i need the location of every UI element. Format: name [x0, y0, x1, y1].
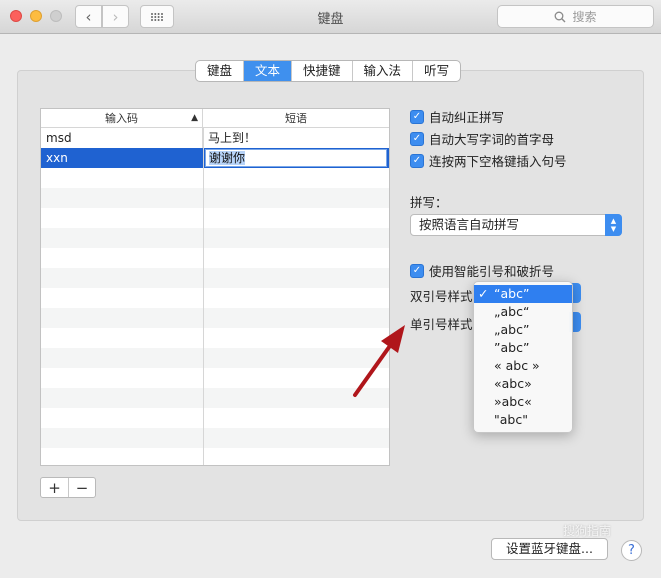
watermark: 搜狗指南: [563, 524, 612, 538]
text-replacement-table[interactable]: 输入码 ▲ 短语 msd 马上到！ xxn 谢谢你: [40, 108, 390, 466]
table-header: 输入码 ▲ 短语: [41, 109, 389, 128]
checkmark-icon: ✓: [478, 286, 489, 301]
tab-shortcuts[interactable]: 快捷键: [291, 61, 352, 81]
menu-item[interactable]: "abc": [474, 411, 572, 429]
phrase-cell: 谢谢你: [203, 148, 389, 168]
phrase-edit-field[interactable]: 谢谢你: [205, 149, 387, 167]
menu-item[interactable]: « abc »: [474, 357, 572, 375]
menu-item[interactable]: „abc”: [474, 321, 572, 339]
autocorrect-option[interactable]: ✓ 自动纠正拼写: [410, 107, 504, 126]
double-quote-style-menu[interactable]: ✓ “abc” „abc“ „abc” ”abc” « abc » «abc» »…: [473, 281, 573, 433]
column-header-input[interactable]: 输入码 ▲: [41, 109, 203, 128]
add-remove-bar: + −: [40, 477, 96, 498]
tab-bar: 键盘 文本 快捷键 输入法 听写: [195, 60, 462, 82]
search-icon: [555, 11, 566, 22]
search-field[interactable]: 搜索: [497, 5, 654, 28]
menu-item[interactable]: »abc«: [474, 393, 572, 411]
menu-item[interactable]: ✓ “abc”: [474, 285, 572, 303]
double-space-period-option[interactable]: ✓ 连按两下空格键插入句号: [410, 151, 567, 170]
tab-keyboard[interactable]: 键盘: [196, 61, 243, 81]
help-button[interactable]: ?: [621, 540, 642, 561]
remove-button[interactable]: −: [68, 478, 95, 497]
setup-bluetooth-keyboard-button[interactable]: 设置蓝牙键盘...: [491, 538, 608, 560]
input-cell: xxn: [41, 148, 203, 168]
smart-quotes-option[interactable]: ✓ 使用智能引号和破折号: [410, 261, 554, 280]
capitalize-option[interactable]: ✓ 自动大写字词的首字母: [410, 129, 554, 148]
spelling-select[interactable]: 按照语言自动拼写 ▲ ▼: [410, 214, 622, 236]
menu-item[interactable]: ”abc”: [474, 339, 572, 357]
tab-input-sources[interactable]: 输入法: [351, 61, 413, 81]
input-cell: msd: [41, 128, 203, 148]
tab-text[interactable]: 文本: [243, 61, 292, 81]
checkmark-icon[interactable]: ✓: [410, 109, 424, 124]
spelling-label: 拼写：: [410, 195, 448, 210]
checkmark-icon[interactable]: ✓: [410, 263, 424, 278]
menu-item[interactable]: «abc»: [474, 375, 572, 393]
table-row[interactable]: msd 马上到！: [41, 128, 389, 148]
checkmark-icon[interactable]: ✓: [410, 131, 424, 146]
tab-dictation[interactable]: 听写: [412, 61, 460, 81]
add-button[interactable]: +: [41, 478, 68, 497]
table-rows: msd 马上到！ xxn 谢谢你: [41, 128, 389, 465]
menu-item[interactable]: „abc“: [474, 303, 572, 321]
single-quote-label: 单引号样式: [410, 317, 473, 332]
column-header-phrase[interactable]: 短语: [203, 109, 389, 128]
search-placeholder: 搜索: [572, 10, 597, 24]
checkmark-icon[interactable]: ✓: [410, 153, 424, 168]
chevron-updown-icon: ▲ ▼: [605, 214, 622, 236]
title-bar: ‹ › 键盘 搜索: [0, 0, 661, 34]
double-quote-label: 双引号样式: [410, 289, 473, 304]
table-row-selected[interactable]: xxn 谢谢你: [41, 148, 389, 168]
phrase-cell: 马上到！: [208, 131, 257, 145]
sort-ascending-icon: ▲: [191, 113, 198, 123]
